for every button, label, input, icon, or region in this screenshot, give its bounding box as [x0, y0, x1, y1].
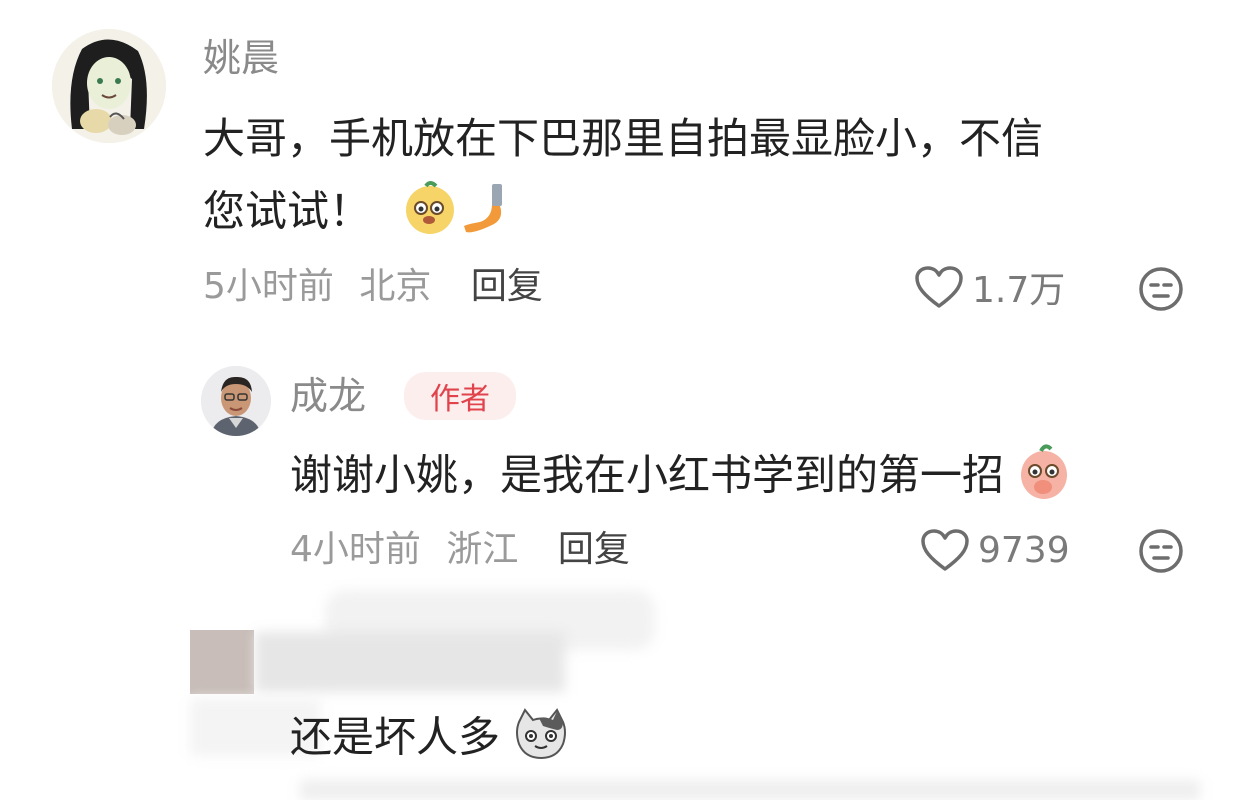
- meh-face-icon: [1139, 267, 1183, 311]
- reply-author-name[interactable]: 成龙: [290, 372, 366, 420]
- meh-face-icon: [1139, 529, 1183, 573]
- comment-text-line1: 大哥，手机放在下巴那里自拍最显脸小，不信: [203, 114, 1044, 163]
- like-count: 1.7万: [972, 270, 1066, 311]
- dislike-button[interactable]: [1137, 265, 1185, 313]
- reply2-text-content: 还是坏人多: [290, 712, 501, 762]
- reply-button[interactable]: 回复: [471, 266, 543, 307]
- illustrated-girl-icon: [52, 29, 166, 143]
- avatar-yaochen[interactable]: [52, 29, 166, 143]
- comment-location: 北京: [359, 266, 432, 307]
- redacted-name: [255, 632, 565, 692]
- heart-icon: [921, 529, 969, 571]
- reply-button[interactable]: 回复: [558, 529, 630, 570]
- selfie-emoji-icon: [404, 178, 514, 250]
- redacted-avatar: [190, 630, 254, 694]
- like-button[interactable]: 9739: [920, 526, 1070, 574]
- man-portrait-icon: [201, 366, 271, 436]
- comment-author-name[interactable]: 姚晨: [203, 34, 279, 82]
- reply-text-content: 谢谢小姚，是我在小红书学到的第一招: [290, 450, 1005, 500]
- reply-time: 4小时前: [290, 529, 421, 570]
- comment-text-line2: 您试试！: [203, 178, 514, 250]
- shy-peach-emoji-icon: [1017, 443, 1071, 513]
- comment-meta: 5小时前 北京 回复: [203, 263, 543, 311]
- cat-emoji-icon: [513, 708, 569, 772]
- comment-time: 5小时前: [203, 266, 334, 307]
- next-comment-partial: [300, 780, 1200, 800]
- dislike-button[interactable]: [1137, 527, 1185, 575]
- avatar-chenglong[interactable]: [201, 366, 271, 436]
- heart-icon: [915, 266, 963, 308]
- reply2-text: 还是坏人多: [290, 708, 569, 772]
- reply-location: 浙江: [446, 529, 519, 570]
- like-button[interactable]: 1.7万: [914, 263, 1065, 311]
- author-badge: 作者: [404, 372, 516, 420]
- reply-meta: 4小时前 浙江 回复: [290, 526, 630, 574]
- like-count: 9739: [978, 529, 1070, 571]
- comment-text-line2-text: 您试试！: [203, 186, 372, 236]
- reply-text: 谢谢小姚，是我在小红书学到的第一招: [290, 443, 1071, 513]
